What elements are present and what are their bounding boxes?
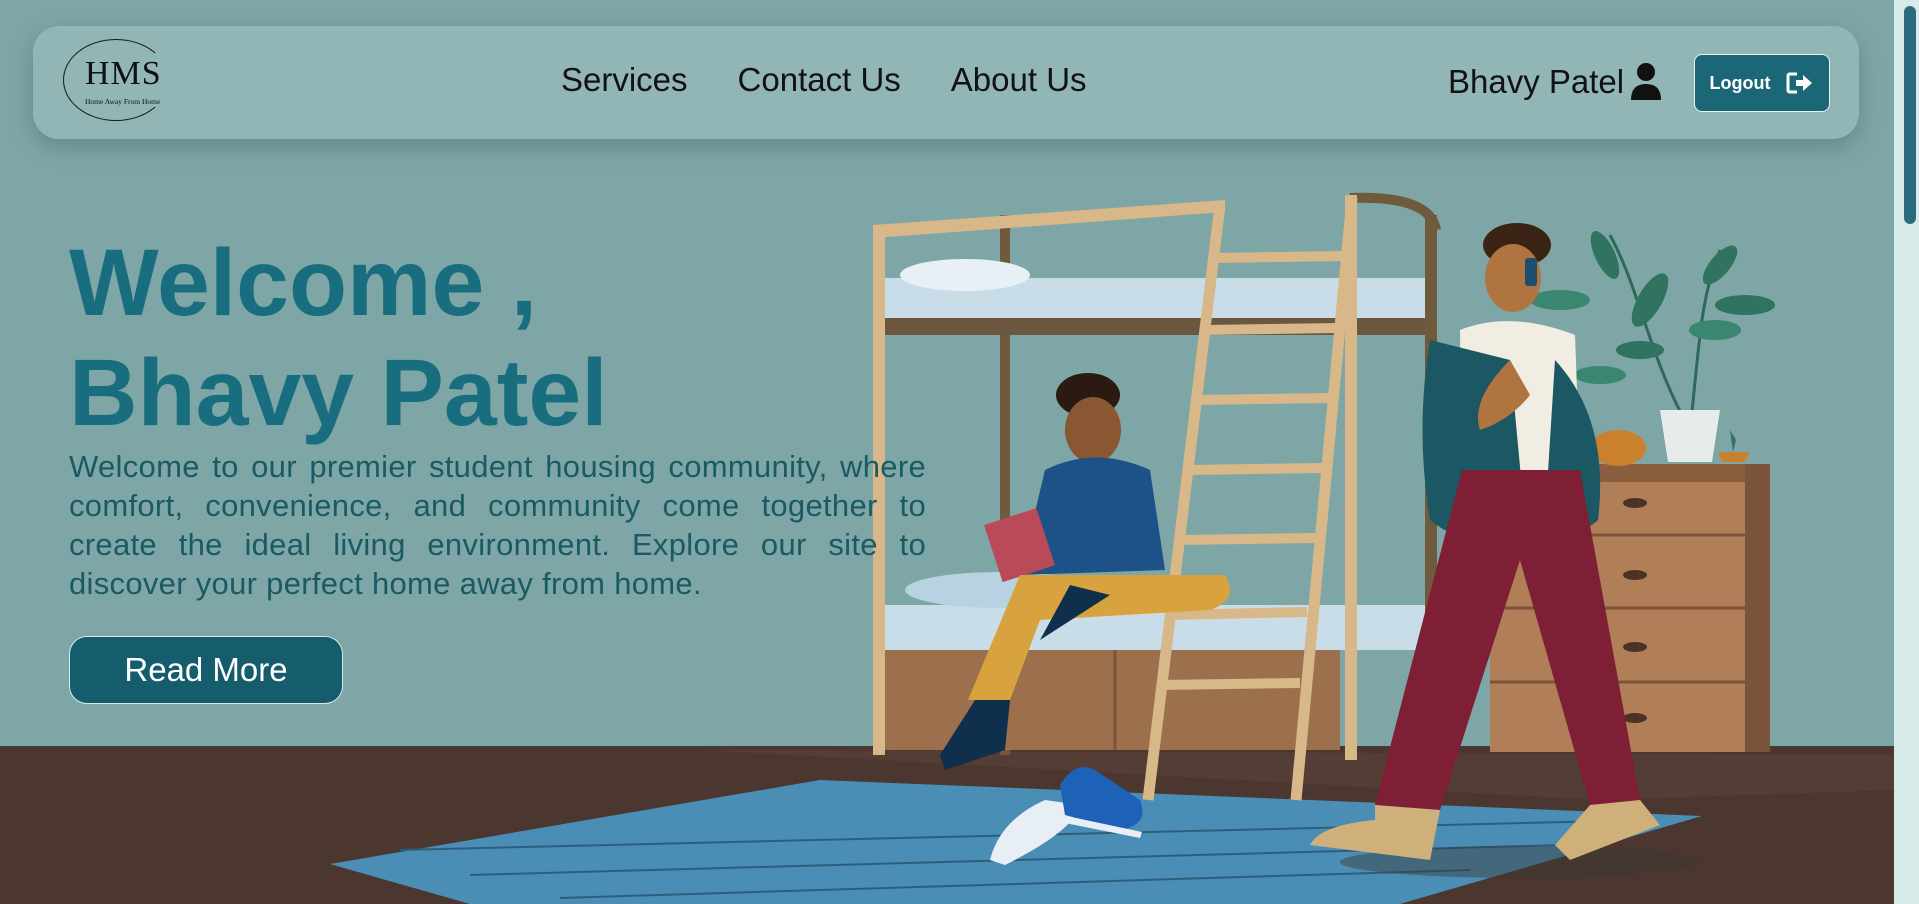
logout-label: Logout (1709, 72, 1771, 93)
navbar: HMS Home Away From Home Services Contact… (33, 26, 1859, 139)
user-name[interactable]: Bhavy Patel (1448, 65, 1624, 98)
nav-link-services[interactable]: Services (561, 63, 688, 96)
nav-link-about-us[interactable]: About Us (951, 63, 1087, 96)
logo[interactable]: HMS Home Away From Home (63, 39, 170, 121)
read-more-button[interactable]: Read More (69, 636, 343, 704)
logout-button[interactable]: Logout (1694, 54, 1830, 112)
hero-description: Welcome to our premier student housing c… (69, 449, 926, 601)
hero-title-line-1: Welcome , (69, 230, 538, 336)
sign-out-icon (1786, 72, 1813, 94)
scrollbar-thumb[interactable] (1904, 6, 1916, 224)
page-scrollbar[interactable] (1894, 0, 1919, 904)
nav-link-contact-us[interactable]: Contact Us (738, 63, 901, 96)
hero-title: Welcome , Bhavy Patel (69, 228, 608, 448)
main-nav: Services Contact Us About Us (561, 63, 1087, 96)
logo-text: HMS (85, 55, 162, 92)
hero-title-line-2: Bhavy Patel (69, 340, 608, 446)
user-icon[interactable] (1630, 62, 1662, 102)
logo-tagline: Home Away From Home (85, 97, 161, 106)
